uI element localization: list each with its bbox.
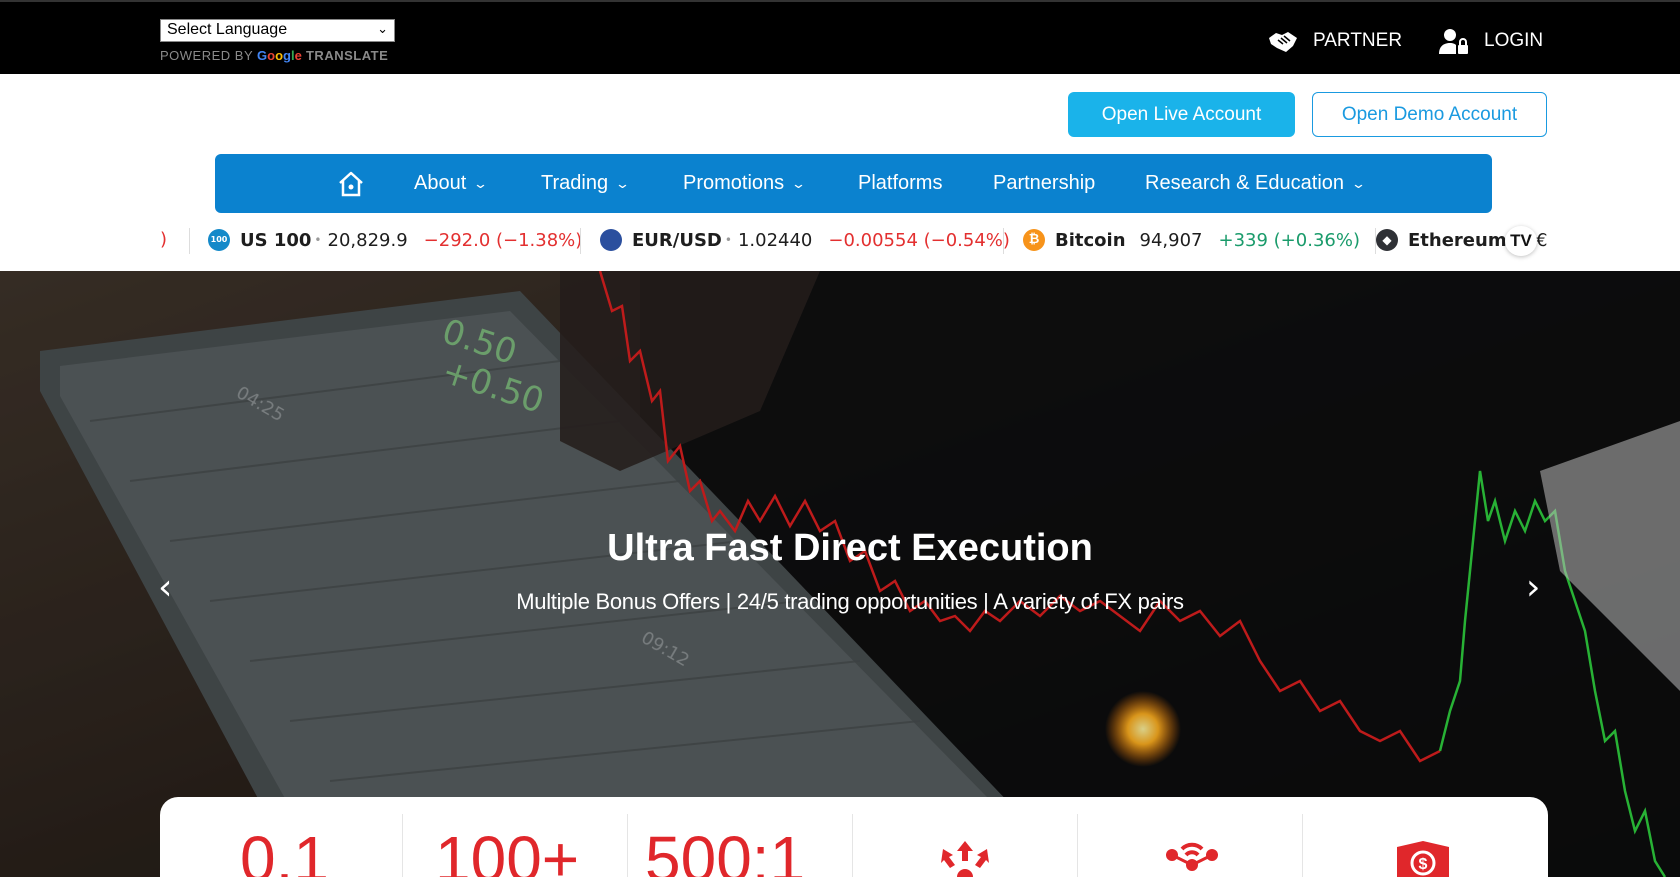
nav-item-trading[interactable]: Trading ⌄: [541, 172, 631, 195]
svg-text:$: $: [1419, 856, 1428, 873]
language-select-label: Select Language: [167, 21, 288, 38]
network-icon: [1166, 842, 1218, 871]
nav-item-research-education[interactable]: Research & Education ⌄: [1145, 172, 1367, 195]
ticker-price: 1.02440: [737, 229, 813, 251]
user-lock-icon: [1439, 29, 1468, 54]
language-select[interactable]: Select Language ⌄: [160, 19, 395, 42]
hero-slider: 0.50 +0.50 04:25 09:12 Ultra Fast Direct…: [0, 271, 1680, 877]
nav-item-platforms[interactable]: Platforms: [858, 172, 942, 195]
ticker-leading-text: ): [160, 229, 168, 250]
nav-item-label: Research & Education: [1145, 172, 1345, 194]
ticker-dot: •: [724, 233, 732, 247]
ticker-name: Ethereum: [1408, 229, 1507, 251]
ticker-name: Bitcoin: [1055, 229, 1126, 251]
ticker-divider: [189, 228, 190, 254]
ticker-change: +339 (+0.36%): [1218, 229, 1360, 251]
nav-item-label: About: [414, 172, 467, 194]
chevron-down-icon: ⌄: [473, 175, 489, 191]
nav-item-partnership[interactable]: Partnership: [993, 172, 1095, 195]
stats-card: 0.1 100+ 500:1 $: [160, 797, 1548, 877]
tradingview-logo-text: TV: [1510, 231, 1532, 250]
top-bar: Select Language ⌄ POWERED BY Google TRAN…: [0, 0, 1680, 74]
eu-us-flag-icon: [600, 229, 622, 251]
stat-spread-value: 0.1: [240, 823, 329, 877]
ticker-change: −0.00554 (−0.54%): [828, 229, 1010, 251]
chevron-down-icon: ⌄: [790, 175, 807, 191]
slider-next-arrow-icon[interactable]: ›: [1526, 567, 1540, 608]
partner-label: PARTNER: [1313, 30, 1403, 51]
chevron-down-icon: ⌄: [377, 21, 388, 36]
nav-item-label: Trading: [541, 172, 609, 194]
translate-label: TRANSLATE: [305, 48, 389, 63]
tradingview-logo-icon[interactable]: TV: [1505, 226, 1537, 256]
open-demo-account-button[interactable]: Open Demo Account: [1312, 92, 1547, 137]
login-label: LOGIN: [1484, 30, 1544, 51]
hero-title: Ultra Fast Direct Execution: [607, 527, 1093, 569]
ticker-divider: [580, 228, 581, 254]
hero-background-image: 0.50 +0.50 04:25 09:12: [0, 271, 1680, 877]
price-ticker: ) 100 US 100 • 20,829.9 −292.0 (−1.38%) …: [160, 226, 1548, 258]
google-translate-attribution[interactable]: POWERED BY Google TRANSLATE: [160, 48, 388, 63]
login-link[interactable]: LOGIN: [1438, 26, 1543, 56]
nav-item-about[interactable]: About ⌄: [414, 172, 489, 195]
ethereum-icon: ◆: [1376, 229, 1398, 251]
chevron-down-icon: ⌄: [614, 175, 631, 191]
slider-prev-arrow-icon[interactable]: ‹: [158, 567, 172, 608]
stat-divider: [1077, 814, 1078, 877]
handshake-icon: [1269, 32, 1297, 52]
bitcoin-icon: ₿: [1023, 229, 1045, 251]
ticker-fragment: ): [160, 229, 167, 250]
chevron-down-icon: ⌄: [1350, 175, 1367, 191]
home-nav-item[interactable]: [337, 170, 365, 203]
ticker-item-us100[interactable]: 100 US 100 • 20,829.9 −292.0 (−1.38%): [208, 229, 582, 251]
nav-item-promotions[interactable]: Promotions ⌄: [683, 172, 807, 195]
nav-item-label: Promotions: [683, 172, 785, 194]
stat-divider: [1302, 814, 1303, 877]
nav-item-label: Platforms: [858, 172, 943, 194]
ticker-divider: [1003, 228, 1004, 254]
stat-leverage-value: 500:1: [645, 823, 806, 877]
growth-arrows-icon: [941, 841, 989, 877]
stat-divider: [402, 814, 403, 877]
partner-link[interactable]: PARTNER: [1267, 26, 1402, 56]
google-logo: Google: [257, 48, 302, 63]
ticker-name: US 100: [240, 229, 312, 251]
ticker-item-bitcoin[interactable]: ₿ Bitcoin 94,907 +339 (+0.36%): [1023, 229, 1360, 251]
ticker-dot: •: [314, 233, 322, 247]
hero-subtitle: Multiple Bonus Offers | 24/5 trading opp…: [516, 589, 1184, 614]
home-icon: [339, 171, 363, 197]
stat-divider: [852, 814, 853, 877]
ticker-change: −292.0 (−1.38%): [423, 229, 583, 251]
ticker-price: 20,829.9: [327, 229, 408, 251]
ticker-name: EUR/USD: [632, 229, 722, 251]
ticker-price: 94,907: [1139, 229, 1203, 251]
powered-by-label: POWERED BY: [160, 48, 253, 63]
stat-instruments-value: 100+: [435, 823, 580, 877]
main-navigation: About ⌄ Trading ⌄ Promotions ⌄ Platforms…: [215, 154, 1492, 213]
stat-divider: [627, 814, 628, 877]
us100-icon: 100: [208, 229, 230, 251]
nav-item-label: Partnership: [993, 172, 1096, 194]
shield-dollar-icon: $: [1397, 841, 1449, 877]
ticker-item-eurusd[interactable]: EUR/USD • 1.02440 −0.00554 (−0.54%): [600, 229, 1010, 251]
open-live-account-button[interactable]: Open Live Account: [1068, 92, 1295, 137]
